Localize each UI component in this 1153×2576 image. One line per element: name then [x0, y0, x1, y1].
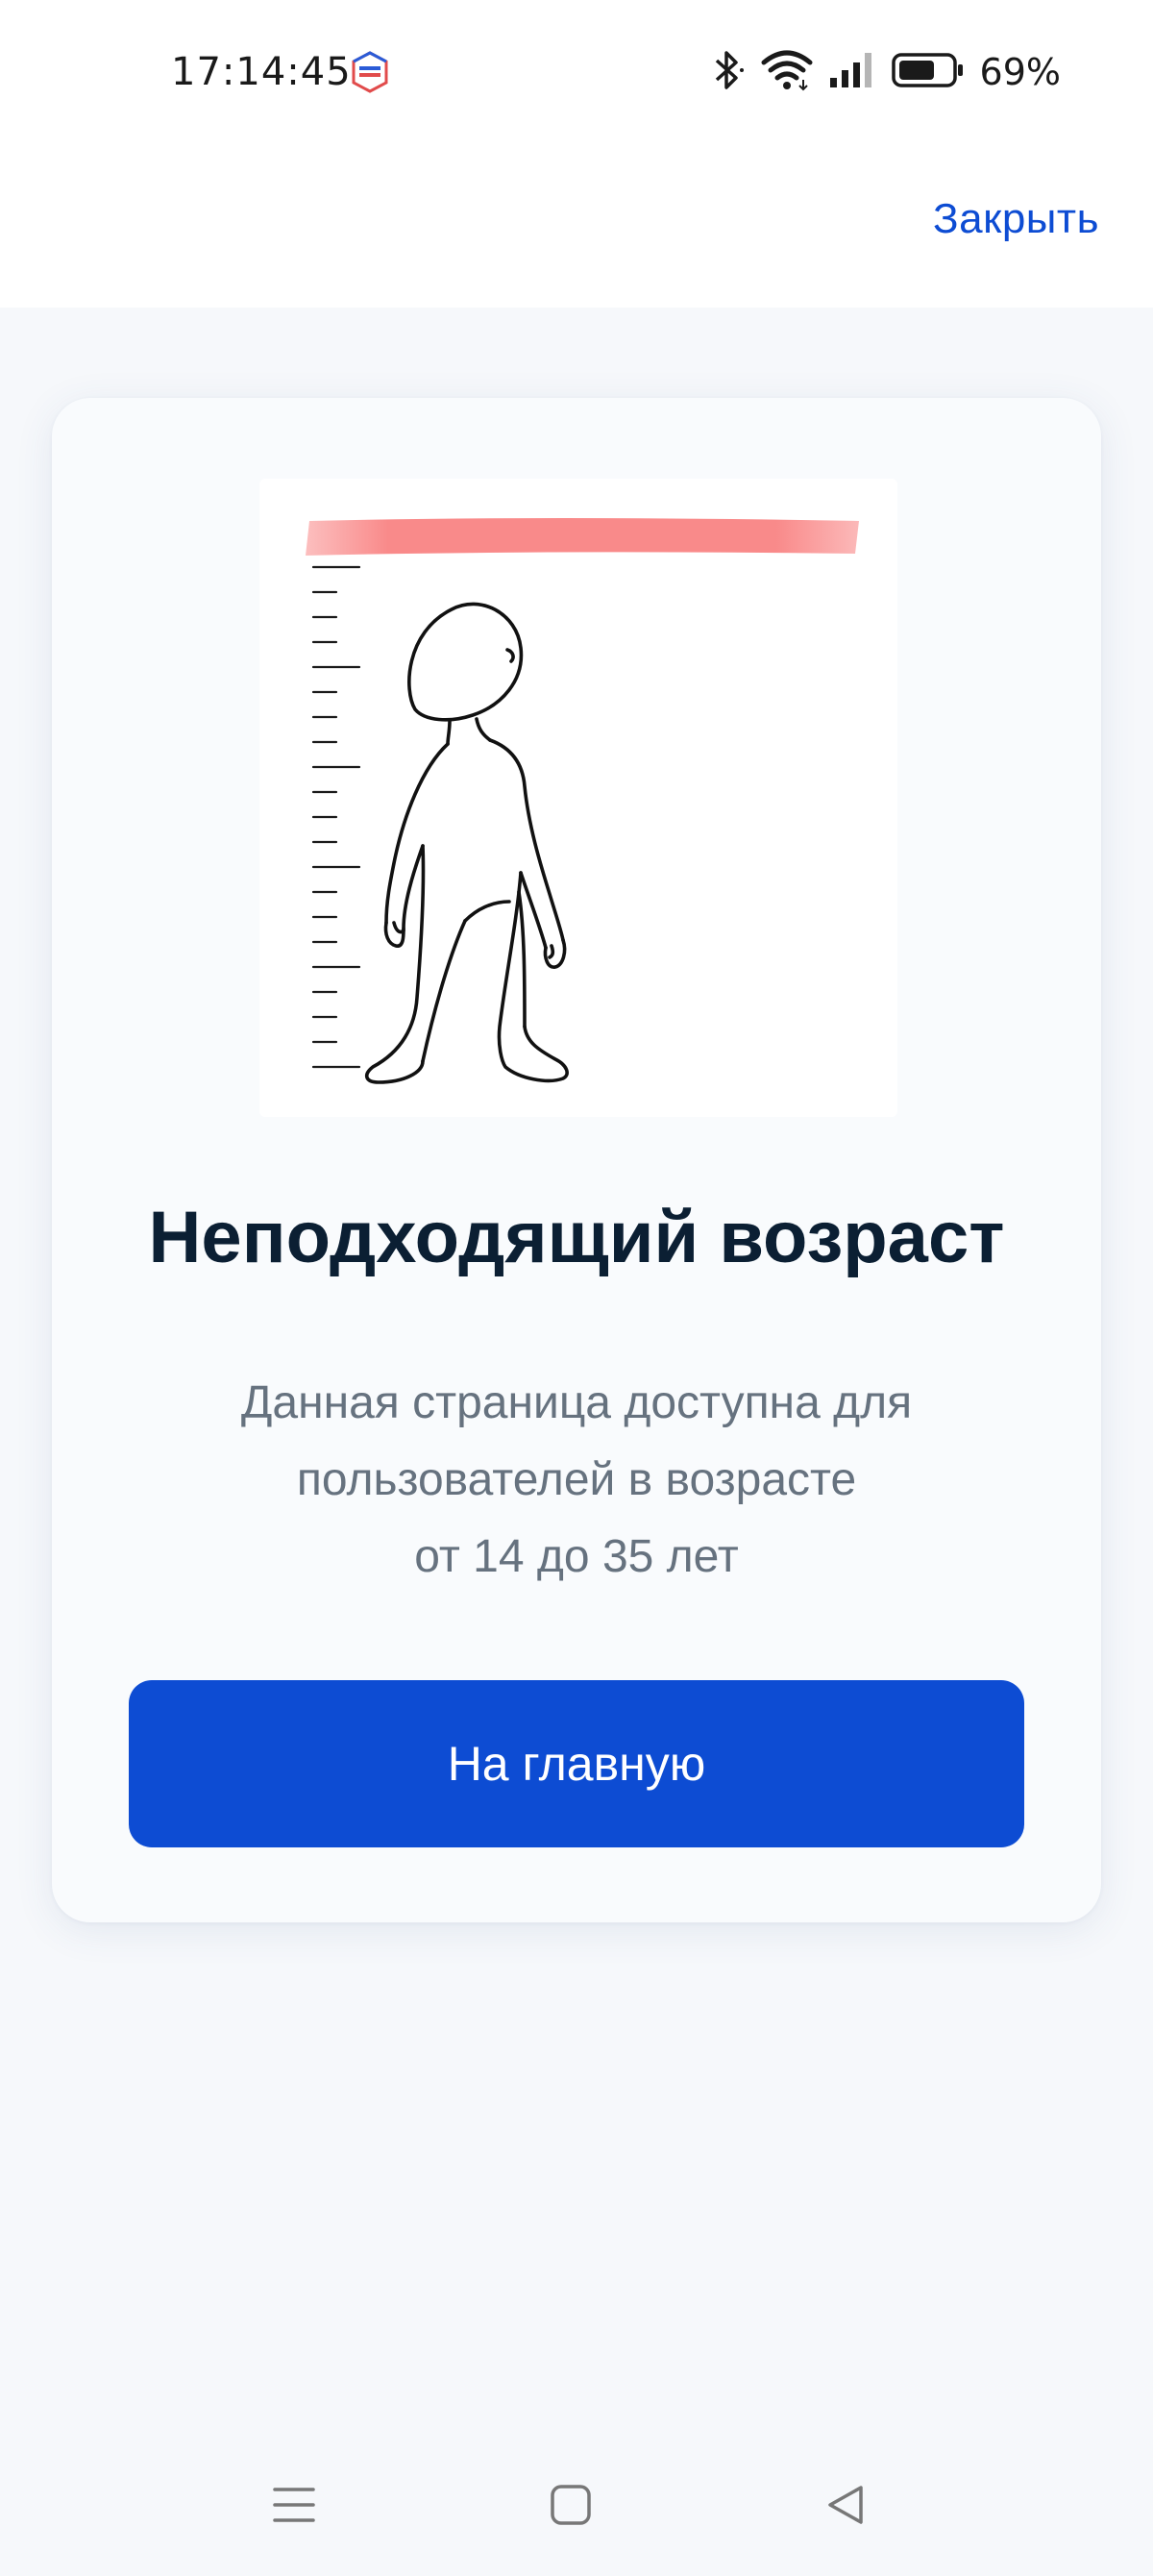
menu-icon[interactable] — [265, 2476, 323, 2534]
go-home-button[interactable]: На главную — [129, 1680, 1024, 1847]
description-line: пользователей в возрасте — [296, 1454, 857, 1505]
height-measurement-illustration — [259, 479, 897, 1117]
status-bar: 17:14:45 69% — [0, 0, 1153, 144]
wifi-icon — [761, 49, 813, 96]
back-icon[interactable] — [817, 2476, 874, 2534]
close-link[interactable]: Закрыть — [933, 195, 1099, 243]
ruler — [311, 565, 361, 1069]
description-line: от 14 до 35 лет — [414, 1531, 739, 1582]
card-title: Неподходящий возраст — [148, 1197, 1005, 1278]
battery-icon — [891, 52, 965, 93]
battery-percent: 69% — [979, 51, 1061, 93]
home-icon[interactable] — [542, 2476, 600, 2534]
card-description: Данная страница доступна для пользовател… — [148, 1365, 1005, 1596]
gosuslugi-icon — [348, 50, 392, 94]
description-line: Данная страница доступна для — [240, 1377, 913, 1428]
navigation-bar — [0, 2441, 1153, 2576]
person-figure — [365, 602, 569, 1084]
height-limit-bar — [306, 518, 859, 556]
signal-icon — [828, 51, 876, 94]
status-icons: 69% — [711, 50, 1061, 94]
bluetooth-icon — [711, 49, 746, 96]
age-restriction-card: Неподходящий возраст Данная страница дос… — [52, 398, 1101, 1922]
status-time: 17:14:45 — [171, 50, 352, 94]
